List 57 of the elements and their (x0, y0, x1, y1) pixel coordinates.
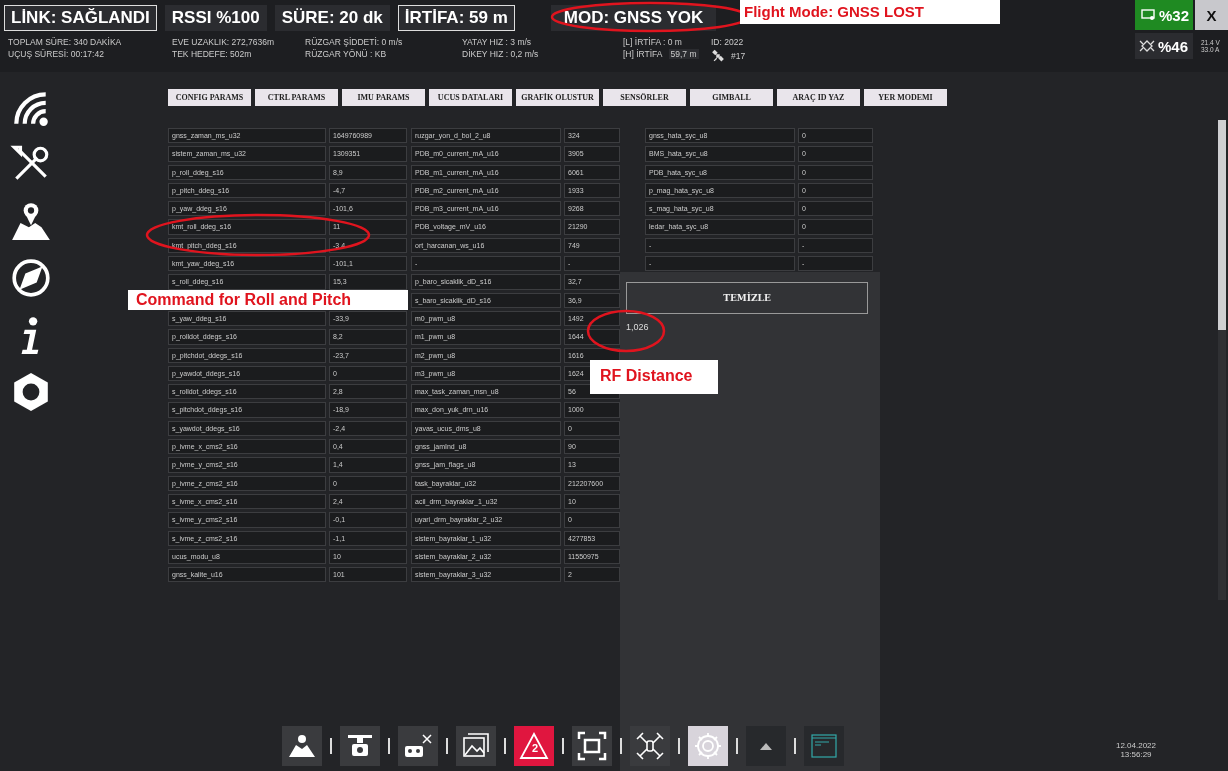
annotation-label: RF Distance (590, 360, 718, 394)
battery-percent: %32 (1159, 6, 1190, 24)
tab[interactable]: CONFIG PARAMS (168, 89, 251, 106)
frame-icon (577, 731, 607, 761)
drone-icon (1139, 38, 1155, 54)
clear-button[interactable]: TEMİZLE (626, 282, 868, 315)
controller-tool-button[interactable] (398, 726, 438, 766)
date-text: 12.04.2022 (1115, 741, 1156, 750)
status-badge: SÜRE: 20 dk (274, 5, 390, 31)
stat-text: TEK HEDEFE: 502m (172, 49, 253, 59)
stat-text: [L] İRTİFA : 0 m (623, 37, 682, 47)
stat-text: EVE UZAKLIK: 272,7636m (172, 37, 276, 47)
warning-icon (519, 731, 549, 761)
monitor-icon (1141, 9, 1155, 21)
up-tool-button[interactable] (746, 726, 786, 766)
satellite-icon (711, 49, 725, 63)
distance-value: 1,026 (626, 322, 650, 333)
tab[interactable]: CTRL PARAMS (255, 89, 338, 106)
frame-tool-button[interactable] (572, 726, 612, 766)
stat-text: DİKEY HIZ : 0,2 m/s (462, 49, 540, 59)
tab[interactable]: IMU PARAMS (342, 89, 425, 106)
stat-text: [H] İRTİFA (623, 49, 663, 59)
alert-tool-button[interactable]: 2 (514, 726, 554, 766)
tab[interactable]: YER MODEMI (864, 89, 947, 106)
terminal-tool-button[interactable] (804, 726, 844, 766)
settings-icon (693, 731, 723, 761)
tab[interactable]: ARAÇ ID YAZ (777, 89, 860, 106)
map-pin-icon[interactable] (10, 200, 52, 242)
scrollbar[interactable] (1218, 120, 1226, 600)
satellite-count: #17 (731, 51, 746, 61)
stat-text: ID: 2022 (711, 37, 745, 47)
window-icon (809, 731, 839, 761)
tab[interactable]: UCUS DATALARI (429, 89, 512, 106)
drone-tool-button[interactable] (630, 726, 670, 766)
annotation-label: Flight Mode: GNSS LOST (740, 0, 1000, 24)
tab[interactable]: SENSÖRLER (603, 89, 686, 106)
compass-icon[interactable] (10, 257, 52, 299)
tab[interactable]: GIMBALL (690, 89, 773, 106)
map-tool-button[interactable] (282, 726, 322, 766)
tab[interactable]: GRAFİK OLUSTUR (516, 89, 599, 106)
annotation-label: Command for Roll and Pitch (128, 290, 408, 310)
stat-text: YATAY HIZ : 3 m/s (462, 37, 533, 47)
stat-value: 59,7 m (668, 49, 699, 59)
gallery-tool-button[interactable] (456, 726, 496, 766)
stat-text: RÜZGAR YÖNÜ : KB (305, 49, 388, 59)
battery-percent: %46 (1158, 37, 1189, 55)
stat-text: UÇUŞ SÜRESİ: 00:17:42 (8, 49, 105, 59)
caret-icon (760, 742, 772, 750)
stat-text: RÜZGAR ŞİDDETİ: 0 m/s (305, 37, 404, 47)
camera-drone-tool-button[interactable] (340, 726, 380, 766)
close-button[interactable]: X (1195, 0, 1228, 30)
time-text: 13:56:29 (1120, 750, 1152, 759)
status-badge: LİNK: SAĞLANDI (4, 5, 157, 31)
stat-text: TOPLAM SÜRE: 340 DAKİKA (8, 37, 123, 47)
status-badge: İRTİFA: 59 m (397, 5, 515, 31)
drone-icon (635, 731, 665, 761)
status-badge: RSSI %100 (164, 5, 267, 31)
